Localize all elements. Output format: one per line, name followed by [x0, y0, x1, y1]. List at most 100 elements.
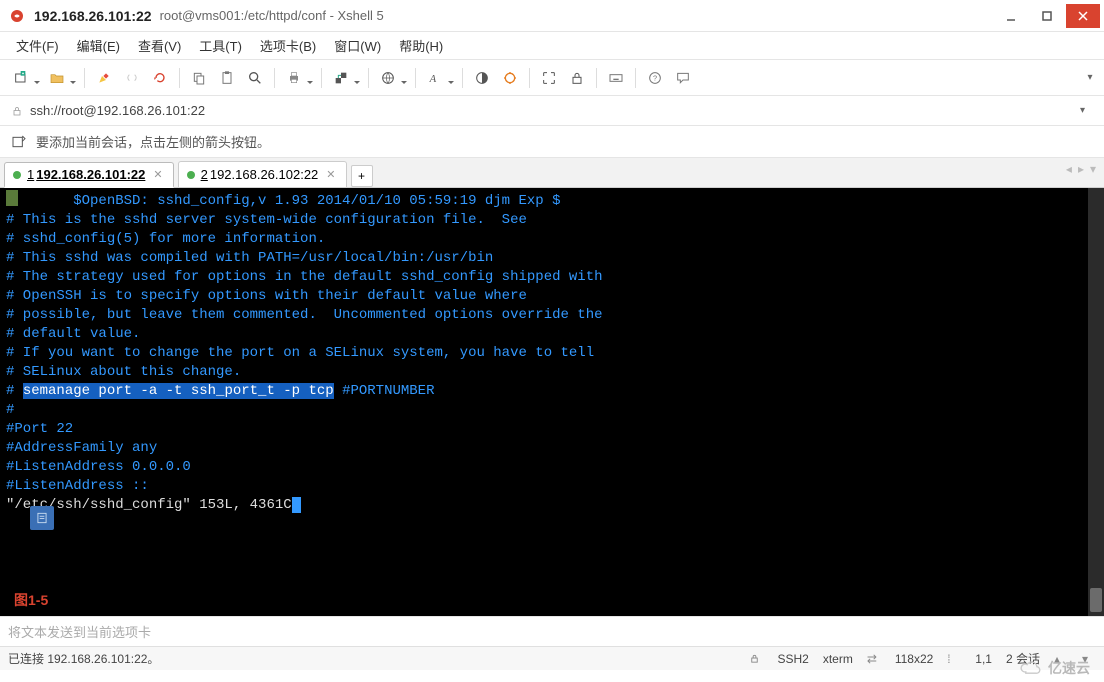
title-path: root@vms001:/etc/httpd/conf - Xshell 5: [160, 8, 384, 23]
keyboard-button[interactable]: [603, 65, 629, 91]
status-bar: 已连接 192.168.26.101:22。 SSH2 xterm ⇄ 118x…: [0, 646, 1104, 670]
menu-edit[interactable]: 编辑(E): [71, 32, 126, 59]
status-size: 118x22: [895, 652, 933, 666]
toolbar-sep: [415, 68, 416, 88]
reconnect-button[interactable]: [147, 65, 173, 91]
tab-number: 1: [27, 167, 34, 182]
terminal-line: # sshd_config(5) for more information.: [6, 230, 1098, 249]
hint-bar: 要添加当前会话，点击左侧的箭头按钮。: [0, 126, 1104, 158]
toolbar-overflow[interactable]: ▾: [1084, 72, 1096, 83]
session-tab-1[interactable]: 1 192.168.26.101:22 ✕: [4, 162, 174, 188]
lock-icon: [749, 653, 763, 664]
find-button[interactable]: [242, 65, 268, 91]
maximize-button[interactable]: [1030, 4, 1064, 28]
terminal-line: # possible, but leave them commented. Un…: [6, 306, 1098, 325]
tab-prev-icon[interactable]: ◂: [1064, 162, 1074, 176]
status-dot-icon: [13, 171, 21, 179]
tab-number: 2: [201, 167, 208, 182]
menu-view[interactable]: 查看(V): [132, 32, 187, 59]
toolbar-sep: [368, 68, 369, 88]
open-session-button[interactable]: [44, 65, 78, 91]
paste-button[interactable]: [214, 65, 240, 91]
tab-label: 192.168.26.101:22: [36, 167, 145, 182]
print-button[interactable]: [281, 65, 315, 91]
help-button[interactable]: ?: [642, 65, 668, 91]
toolbar-sep: [179, 68, 180, 88]
terminal-line: # This sshd was compiled with PATH=/usr/…: [6, 249, 1098, 268]
add-tab-button[interactable]: +: [351, 165, 373, 187]
terminal-line-highlighted: # semanage port -a -t ssh_port_t -p tcp …: [6, 382, 1098, 401]
svg-text:A: A: [429, 74, 437, 85]
tab-close-icon[interactable]: ✕: [326, 168, 335, 181]
resize-icon: ⇄: [867, 652, 881, 666]
tab-next-icon[interactable]: ▸: [1076, 162, 1086, 176]
copy-button[interactable]: [186, 65, 212, 91]
connect-button[interactable]: [119, 65, 145, 91]
titlebar: 192.168.26.101:22 root@vms001:/etc/httpd…: [0, 0, 1104, 32]
scrollbar-thumb[interactable]: [1090, 588, 1102, 612]
terminal-line: #Port 22: [6, 420, 1098, 439]
session-properties-button[interactable]: [497, 65, 523, 91]
terminal-line: # If you want to change the port on a SE…: [6, 344, 1098, 363]
terminal-line: # $OpenBSD: sshd_config,v 1.93 2014/01/1…: [6, 192, 1098, 211]
status-connection: 已连接 192.168.26.101:22。: [8, 650, 749, 667]
address-dropdown[interactable]: ▾: [1080, 105, 1096, 116]
color-scheme-button[interactable]: [469, 65, 495, 91]
terminal-line: #AddressFamily any: [6, 439, 1098, 458]
terminal-scrollbar[interactable]: [1088, 188, 1104, 616]
address-text[interactable]: ssh://root@192.168.26.101:22: [26, 103, 1080, 118]
terminal-line: # default value.: [6, 325, 1098, 344]
status-position: 1,1: [975, 652, 992, 666]
terminal[interactable]: # $OpenBSD: sshd_config,v 1.93 2014/01/1…: [0, 188, 1104, 616]
lock-icon: [8, 105, 26, 117]
toolbar-sep: [529, 68, 530, 88]
toolbar-sep: [635, 68, 636, 88]
add-session-icon[interactable]: [8, 131, 30, 153]
cursor-icon: [292, 497, 301, 513]
vim-status-line: "/etc/ssh/sshd_config" 153L, 4361C: [6, 496, 1098, 515]
terminal-line: #: [6, 401, 1098, 420]
menubar: 文件(F) 编辑(E) 查看(V) 工具(T) 选项卡(B) 窗口(W) 帮助(…: [0, 32, 1104, 60]
menu-window[interactable]: 窗口(W): [328, 32, 387, 59]
terminal-line: # SELinux about this change.: [6, 363, 1098, 382]
font-button[interactable]: A: [422, 65, 456, 91]
toolbar-sep: [596, 68, 597, 88]
tab-nav: ◂ ▸ ▾: [1064, 162, 1098, 176]
svg-text:?: ?: [653, 73, 657, 82]
fullscreen-button[interactable]: [536, 65, 562, 91]
feedback-button[interactable]: [670, 65, 696, 91]
new-session-button[interactable]: [8, 65, 42, 91]
toolbar: A ? ▾: [0, 60, 1104, 96]
tab-list-icon[interactable]: ▾: [1088, 162, 1098, 176]
figure-caption: 图1-5: [14, 591, 48, 610]
toolbar-sep: [84, 68, 85, 88]
status-term: xterm: [823, 652, 853, 666]
terminal-line: # This is the sshd server system-wide co…: [6, 211, 1098, 230]
terminal-line: #ListenAddress 0.0.0.0: [6, 458, 1098, 477]
selection: semanage port -a -t ssh_port_t -p tcp: [23, 383, 334, 399]
hint-text: 要添加当前会话，点击左侧的箭头按钮。: [36, 132, 270, 151]
session-tabs: 1 192.168.26.101:22 ✕ 2 192.168.26.102:2…: [0, 158, 1104, 188]
menu-tab[interactable]: 选项卡(B): [254, 32, 322, 59]
toolbar-sep: [274, 68, 275, 88]
terminal-line: # OpenSSH is to specify options with the…: [6, 287, 1098, 306]
session-tab-2[interactable]: 2 192.168.26.102:22 ✕: [178, 161, 347, 187]
terminal-line: # The strategy used for options in the d…: [6, 268, 1098, 287]
document-overlay-icon: [30, 506, 54, 530]
tab-close-icon[interactable]: ✕: [153, 168, 162, 181]
encoding-button[interactable]: [375, 65, 409, 91]
tab-label: 192.168.26.102:22: [210, 167, 318, 182]
toolbar-sep: [321, 68, 322, 88]
compose-placeholder: 将文本发送到当前选项卡: [8, 622, 151, 641]
highlight-button[interactable]: [91, 65, 117, 91]
lock-button[interactable]: [564, 65, 590, 91]
minimize-button[interactable]: [994, 4, 1028, 28]
menu-tools[interactable]: 工具(T): [193, 32, 248, 59]
menu-file[interactable]: 文件(F): [10, 32, 65, 59]
status-protocol: SSH2: [777, 652, 808, 666]
line-marker-icon: [6, 190, 18, 206]
close-button[interactable]: [1066, 4, 1100, 28]
compose-bar[interactable]: 将文本发送到当前选项卡: [0, 616, 1104, 646]
transfer-button[interactable]: [328, 65, 362, 91]
menu-help[interactable]: 帮助(H): [393, 32, 449, 59]
